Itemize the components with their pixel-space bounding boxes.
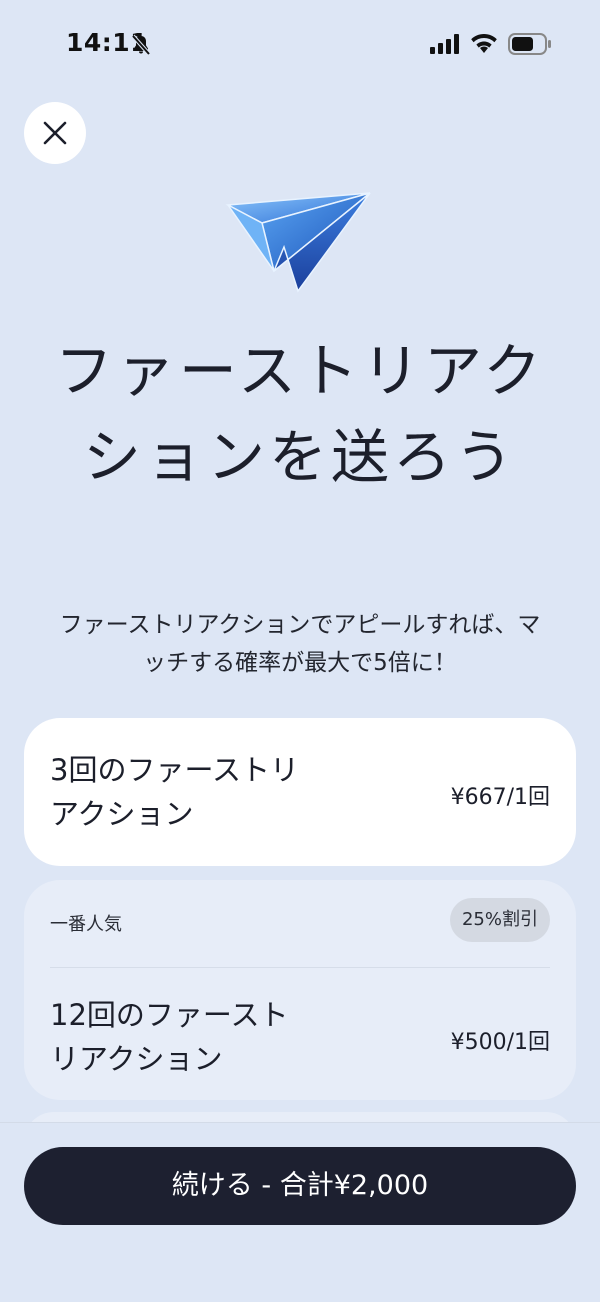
status-bar: 14:11 — [0, 0, 600, 88]
popular-label: 一番人気 — [50, 914, 122, 935]
paper-plane-icon — [225, 192, 371, 293]
discount-badge: 25%割引 — [449, 898, 550, 942]
close-button[interactable] — [24, 102, 86, 164]
page-subtitle: ファーストリアクションでアピールすれば、マッチする確率が最大で5倍に！ — [59, 612, 541, 676]
option-card-3-reactions[interactable]: 3回のファーストリアクション ¥667/1回 — [24, 718, 576, 866]
page-title: ファーストリアクションを送ろう — [54, 337, 546, 491]
close-icon — [43, 121, 67, 145]
option-name: 12回のファーストリアクション — [50, 998, 289, 1076]
battery-icon — [508, 33, 551, 55]
bell-slash-icon — [131, 34, 151, 56]
card-divider — [50, 967, 550, 968]
option-card-12-reactions[interactable]: 一番人気 25%割引 12回のファーストリアクション ¥500/1回 — [24, 880, 576, 1100]
option-name: 3回のファーストリアクション — [50, 753, 300, 831]
wifi-icon — [471, 34, 497, 53]
option-price: ¥500/1回 — [450, 1030, 550, 1055]
bottom-bar: 続ける - 合計¥2,000 — [0, 1122, 600, 1302]
cellular-signal-icon — [430, 34, 459, 54]
continue-button[interactable]: 続ける - 合計¥2,000 — [24, 1147, 576, 1225]
option-price: ¥667/1回 — [450, 785, 550, 810]
